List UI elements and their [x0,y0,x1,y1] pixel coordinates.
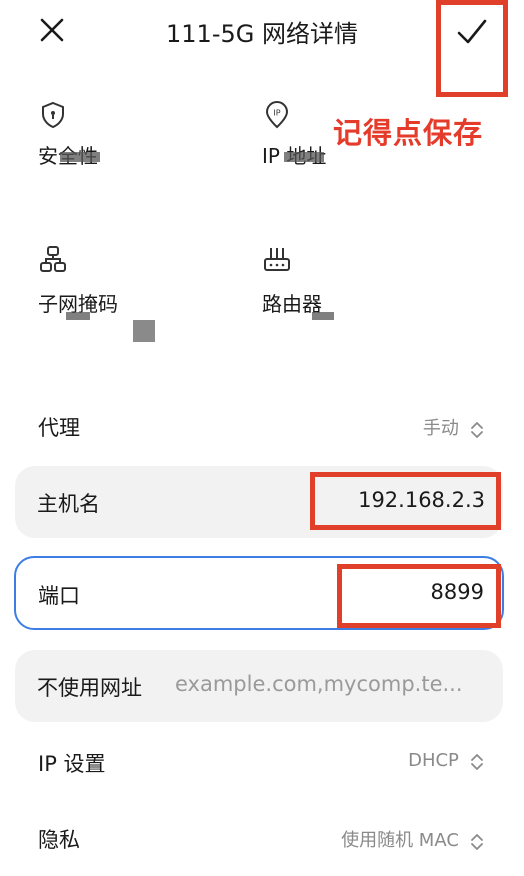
updown-chevron-icon [471,833,483,850]
port-label: 端口 [38,584,80,608]
ip-icon: IP [265,101,289,129]
redaction-mark [284,152,324,162]
ip-settings-select[interactable]: DHCP [408,750,484,772]
bypass-label: 不使用网址 [37,676,142,700]
proxy-label: 代理 [38,416,80,440]
proxy-value: 手动 [422,418,459,439]
router-tile: 路由器 [262,244,322,317]
highlight-box-save [436,0,508,97]
updown-chevron-icon [471,421,483,438]
highlight-box-port [337,564,501,628]
subnet-mask-tile: 子网掩码 [38,244,118,317]
redaction-mark [66,312,90,320]
router-icon [264,248,290,271]
updown-chevron-icon [471,753,483,770]
privacy-select[interactable]: 使用随机 MAC [341,826,484,852]
hostname-label: 主机名 [37,492,100,516]
svg-text:IP: IP [273,109,280,118]
shield-icon [42,101,64,129]
bypass-input[interactable]: example.com,mycomp.te... [175,672,491,696]
redaction-mark [312,312,334,320]
ip-settings-value: DHCP [408,750,459,771]
proxy-select[interactable]: 手动 [423,414,484,440]
bypass-field[interactable]: 不使用网址 example.com,mycomp.te... [15,650,503,722]
ip-settings-label: IP 设置 [38,752,106,776]
subnet-icon [40,246,66,272]
redaction-mark [60,152,100,162]
privacy-row[interactable]: 隐私 使用随机 MAC [0,812,524,864]
privacy-label: 隐私 [38,828,80,852]
ip-settings-row[interactable]: IP 设置 DHCP [0,734,524,786]
annotation-note: 记得点保存 [333,116,484,150]
privacy-value: 使用随机 MAC [341,830,459,851]
highlight-box-hostname [310,472,501,530]
redaction-mark [133,320,155,342]
proxy-row[interactable]: 代理 手动 [0,400,524,452]
